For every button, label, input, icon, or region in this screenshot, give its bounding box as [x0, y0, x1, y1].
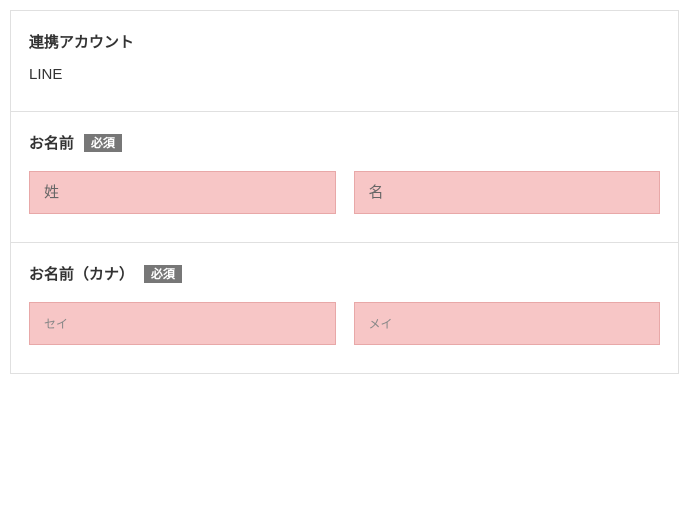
linked-account-value: LINE: [29, 66, 660, 83]
name-section: お名前 必須: [11, 112, 678, 243]
linked-account-section: 連携アカウント LINE: [11, 11, 678, 112]
name-title-row: お名前 必須: [29, 132, 660, 153]
firstname-input[interactable]: [354, 171, 661, 214]
lastname-input[interactable]: [29, 171, 336, 214]
lastname-kana-input[interactable]: [29, 302, 336, 345]
linked-account-title: 連携アカウント: [29, 31, 660, 52]
name-kana-input-row: [29, 302, 660, 345]
name-kana-title-row: お名前（カナ） 必須: [29, 263, 660, 284]
name-input-row: [29, 171, 660, 214]
name-label: お名前: [29, 132, 74, 153]
required-badge: 必須: [144, 265, 182, 283]
name-kana-label: お名前（カナ）: [29, 263, 134, 284]
form-container: 連携アカウント LINE お名前 必須 お名前（カナ） 必須: [10, 10, 679, 374]
required-badge: 必須: [84, 134, 122, 152]
firstname-kana-input[interactable]: [354, 302, 661, 345]
name-kana-section: お名前（カナ） 必須: [11, 243, 678, 373]
